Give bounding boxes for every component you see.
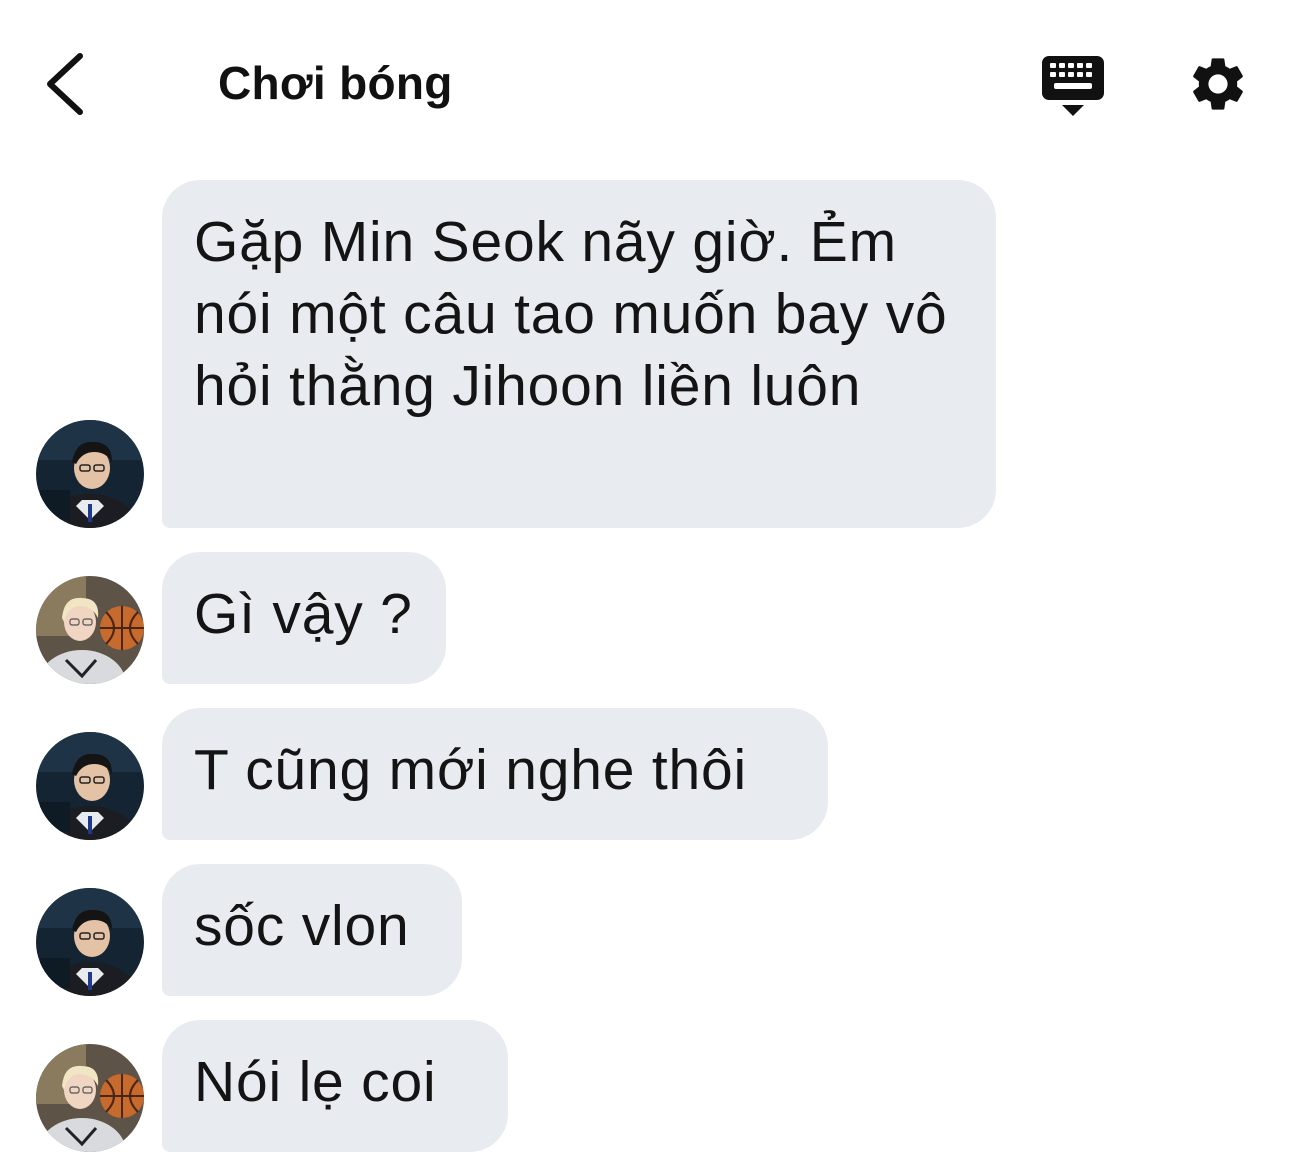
avatar[interactable] (36, 576, 144, 684)
avatar-user-b-icon (36, 1044, 144, 1152)
message-bubble[interactable]: T cũng mới nghe thôi (162, 708, 828, 840)
message-list: Gặp Min Seok nãy giờ. Ẻm nói một câu tao… (0, 0, 1290, 1161)
avatar-user-a-icon (36, 888, 144, 996)
avatar-user-b-icon (36, 576, 144, 684)
avatar-user-a-icon (36, 420, 144, 528)
avatar[interactable] (36, 1044, 144, 1152)
avatar[interactable] (36, 888, 144, 996)
message-bubble[interactable]: Nói lẹ coi (162, 1020, 508, 1152)
avatar-user-a-icon (36, 732, 144, 840)
message-bubble[interactable]: Gặp Min Seok nãy giờ. Ẻm nói một câu tao… (162, 180, 996, 528)
avatar[interactable] (36, 420, 144, 528)
message-bubble[interactable]: Gì vậy ? (162, 552, 446, 684)
avatar[interactable] (36, 732, 144, 840)
message-bubble[interactable]: sốc vlon (162, 864, 462, 996)
